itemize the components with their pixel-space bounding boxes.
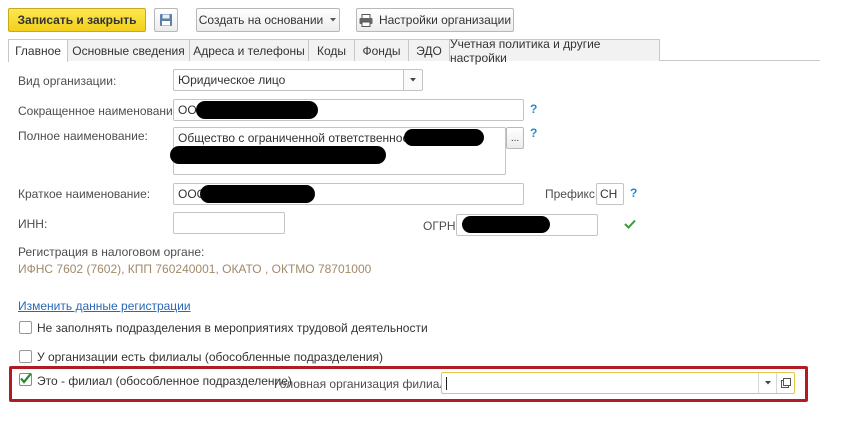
inn-label: ИНН: [18,217,48,231]
tab-funds-label: Фонды [362,43,401,58]
text-cursor [446,377,447,391]
is-branch-checkbox[interactable] [19,372,32,386]
organization-settings-label: Настройки организации [378,13,512,27]
tab-main[interactable]: Главное [8,39,68,62]
short-name-label: Сокращенное наименование: [18,104,183,118]
org-type-label: Вид организации: [18,74,117,88]
has-branches-label: У организации есть филиалы (обособленные… [37,350,383,364]
create-based-on-button[interactable]: Создать на основании [196,8,340,32]
is-branch-label: Это - филиал (обособленное подразделение… [37,374,292,388]
prefix-value: СН [600,187,618,201]
dropdown-arrow-icon [410,78,416,82]
inn-input[interactable] [173,212,285,234]
redaction-mark [170,146,386,164]
tab-edo[interactable]: ЭДО [408,39,450,61]
has-branches-checkbox[interactable] [19,350,32,363]
open-form-icon [780,378,791,388]
tab-addresses-phones-label: Адреса и телефоны [193,43,305,58]
save-and-close-label: Записать и закрыть [17,13,137,27]
no-fill-subdivisions-label: Не заполнять подразделения в мероприятия… [37,321,428,335]
full-name-label: Полное наименование: [18,129,148,143]
full-name-ellipsis-label: ... [510,132,520,144]
org-type-value: Юридическое лицо [178,73,286,87]
tab-funds[interactable]: Фонды [354,39,409,61]
tab-codes-label: Коды [316,43,347,58]
create-based-on-label: Создать на основании [198,13,324,27]
redaction-mark [462,216,550,233]
redaction-mark [404,129,484,146]
tab-basic-info-label: Основные сведения [72,43,185,58]
parent-org-open-button[interactable] [776,373,794,393]
checkmark-icon [20,372,32,384]
prefix-label: Префикс: [545,187,599,201]
dropdown-arrow-icon [330,18,337,22]
tab-edo-label: ЭДО [416,43,442,58]
parent-org-input[interactable] [441,372,795,394]
parent-org-dropdown-button[interactable] [758,373,776,393]
tab-addresses-phones[interactable]: Адреса и телефоны [189,39,309,61]
full-name-help-icon[interactable]: ? [530,126,537,140]
tab-codes[interactable]: Коды [308,39,355,61]
prefix-input[interactable]: СН [596,183,624,205]
organization-settings-button[interactable]: Настройки организации [356,8,514,32]
change-registration-link[interactable]: Изменить данные регистрации [18,299,191,313]
save-button[interactable] [154,8,178,32]
dropdown-arrow-icon [764,381,771,385]
tab-basic-info[interactable]: Основные сведения [67,39,190,61]
save-and-close-button[interactable]: Записать и закрыть [8,8,146,32]
checkmark-icon [624,219,636,229]
registration-value: ИФНС 7602 (7602), КПП 760240001, ОКАТО ,… [18,262,372,276]
parent-org-label: Головная организация филиала: [274,377,457,391]
save-disk-icon [160,14,172,26]
printer-icon [359,13,373,27]
short-name-help-icon[interactable]: ? [530,102,537,116]
tab-accounting-policy[interactable]: Учетная политика и другие настройки [449,37,660,65]
org-type-dropdown-button[interactable] [403,70,422,90]
tab-accounting-policy-label: Учетная политика и другие настройки [450,36,601,65]
org-type-select[interactable]: Юридическое лицо [173,69,423,91]
tab-main-label: Главное [15,44,61,58]
full-name-ellipsis-button[interactable]: ... [506,127,524,149]
prefix-help-icon[interactable]: ? [630,186,637,200]
ogrn-label: ОГРН: [423,219,459,233]
redaction-mark [200,185,315,203]
redaction-mark [196,101,318,119]
registration-label: Регистрация в налоговом органе: [18,245,205,259]
brief-name-label: Краткое наименование: [18,187,151,201]
full-name-value: Общество с ограниченной ответственностью [178,131,430,145]
no-fill-subdivisions-checkbox[interactable] [19,321,32,334]
